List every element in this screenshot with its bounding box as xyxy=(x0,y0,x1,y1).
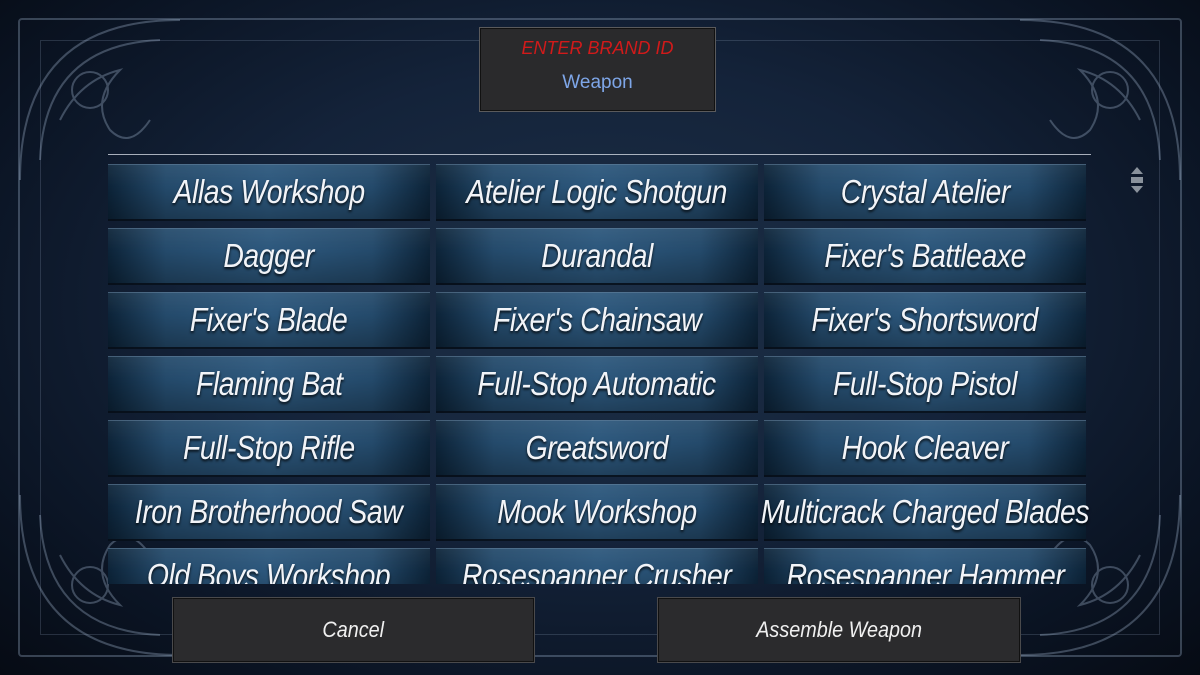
header-title: ENTER BRAND ID xyxy=(521,38,674,58)
weapon-option[interactable]: Flaming Bat xyxy=(108,356,430,413)
weapon-option-label: Fixer's Blade xyxy=(190,301,348,338)
weapon-option-label: Atelier Logic Shotgun xyxy=(466,173,728,210)
weapon-option[interactable]: Rosespanner Crusher xyxy=(436,548,758,584)
weapon-option-label: Multicrack Charged Blades xyxy=(760,493,1090,530)
weapon-option-label: Mook Workshop xyxy=(497,493,697,530)
brand-id-header: ENTER BRAND ID Weapon xyxy=(479,27,716,112)
weapon-option-label: Rosespanner Crusher xyxy=(462,557,732,584)
weapon-option-label: Fixer's Shortsword xyxy=(811,301,1039,338)
weapon-option[interactable]: Crystal Atelier xyxy=(764,164,1086,221)
weapon-option-label: Old Boys Workshop xyxy=(147,557,391,584)
cancel-button-label: Cancel xyxy=(322,617,385,642)
weapon-option[interactable]: Greatsword xyxy=(436,420,758,477)
weapon-option[interactable]: Rosespanner Hammer xyxy=(764,548,1086,584)
weapon-option[interactable]: Full-Stop Rifle xyxy=(108,420,430,477)
weapon-option-label: Hook Cleaver xyxy=(841,429,1009,466)
weapon-option[interactable]: Fixer's Blade xyxy=(108,292,430,349)
weapon-option-label: Crystal Atelier xyxy=(840,173,1010,210)
weapon-option[interactable]: Hook Cleaver xyxy=(764,420,1086,477)
assemble-weapon-button[interactable]: Assemble Weapon xyxy=(657,597,1021,663)
weapon-option[interactable]: Iron Brotherhood Saw xyxy=(108,484,430,541)
weapon-option-label: Allas Workshop xyxy=(173,173,365,210)
weapon-option-label: Full-Stop Automatic xyxy=(477,365,717,402)
weapon-option[interactable]: Atelier Logic Shotgun xyxy=(436,164,758,221)
weapon-option[interactable]: Fixer's Chainsaw xyxy=(436,292,758,349)
weapon-option-label: Durandal xyxy=(541,237,653,274)
header-subtitle: Weapon xyxy=(562,72,633,93)
weapon-list[interactable]: Allas Workshop Atelier Logic Shotgun Cryst… xyxy=(108,164,1093,584)
weapon-option-label: Iron Brotherhood Saw xyxy=(135,493,403,530)
weapon-option[interactable]: Multicrack Charged Blades xyxy=(760,484,1090,541)
weapon-grid: Allas Workshop Atelier Logic Shotgun Cryst… xyxy=(108,164,1093,584)
weapon-option[interactable]: Full-Stop Automatic xyxy=(436,356,758,413)
weapon-option-label: Full-Stop Pistol xyxy=(833,365,1017,402)
divider xyxy=(108,154,1091,155)
weapon-option-label: Flaming Bat xyxy=(195,365,343,402)
weapon-option-label: Full-Stop Rifle xyxy=(183,429,355,466)
weapon-option-label: Dagger xyxy=(223,237,315,274)
weapon-option-label: Fixer's Battleaxe xyxy=(824,237,1026,274)
assemble-weapon-button-label: Assemble Weapon xyxy=(756,617,922,642)
weapon-option[interactable]: Allas Workshop xyxy=(108,164,430,221)
cancel-button[interactable]: Cancel xyxy=(172,597,535,663)
scroll-updown-icon[interactable] xyxy=(1130,166,1144,194)
weapon-option[interactable]: Full-Stop Pistol xyxy=(764,356,1086,413)
weapon-option[interactable]: Dagger xyxy=(108,228,430,285)
weapon-option-label: Greatsword xyxy=(525,429,669,466)
weapon-option-label: Rosespanner Hammer xyxy=(786,557,1064,584)
weapon-option[interactable]: Fixer's Battleaxe xyxy=(764,228,1086,285)
weapon-option-label: Fixer's Chainsaw xyxy=(492,301,702,338)
weapon-option[interactable]: Fixer's Shortsword xyxy=(764,292,1086,349)
weapon-option[interactable]: Durandal xyxy=(436,228,758,285)
weapon-option[interactable]: Old Boys Workshop xyxy=(108,548,430,584)
weapon-option[interactable]: Mook Workshop xyxy=(436,484,758,541)
